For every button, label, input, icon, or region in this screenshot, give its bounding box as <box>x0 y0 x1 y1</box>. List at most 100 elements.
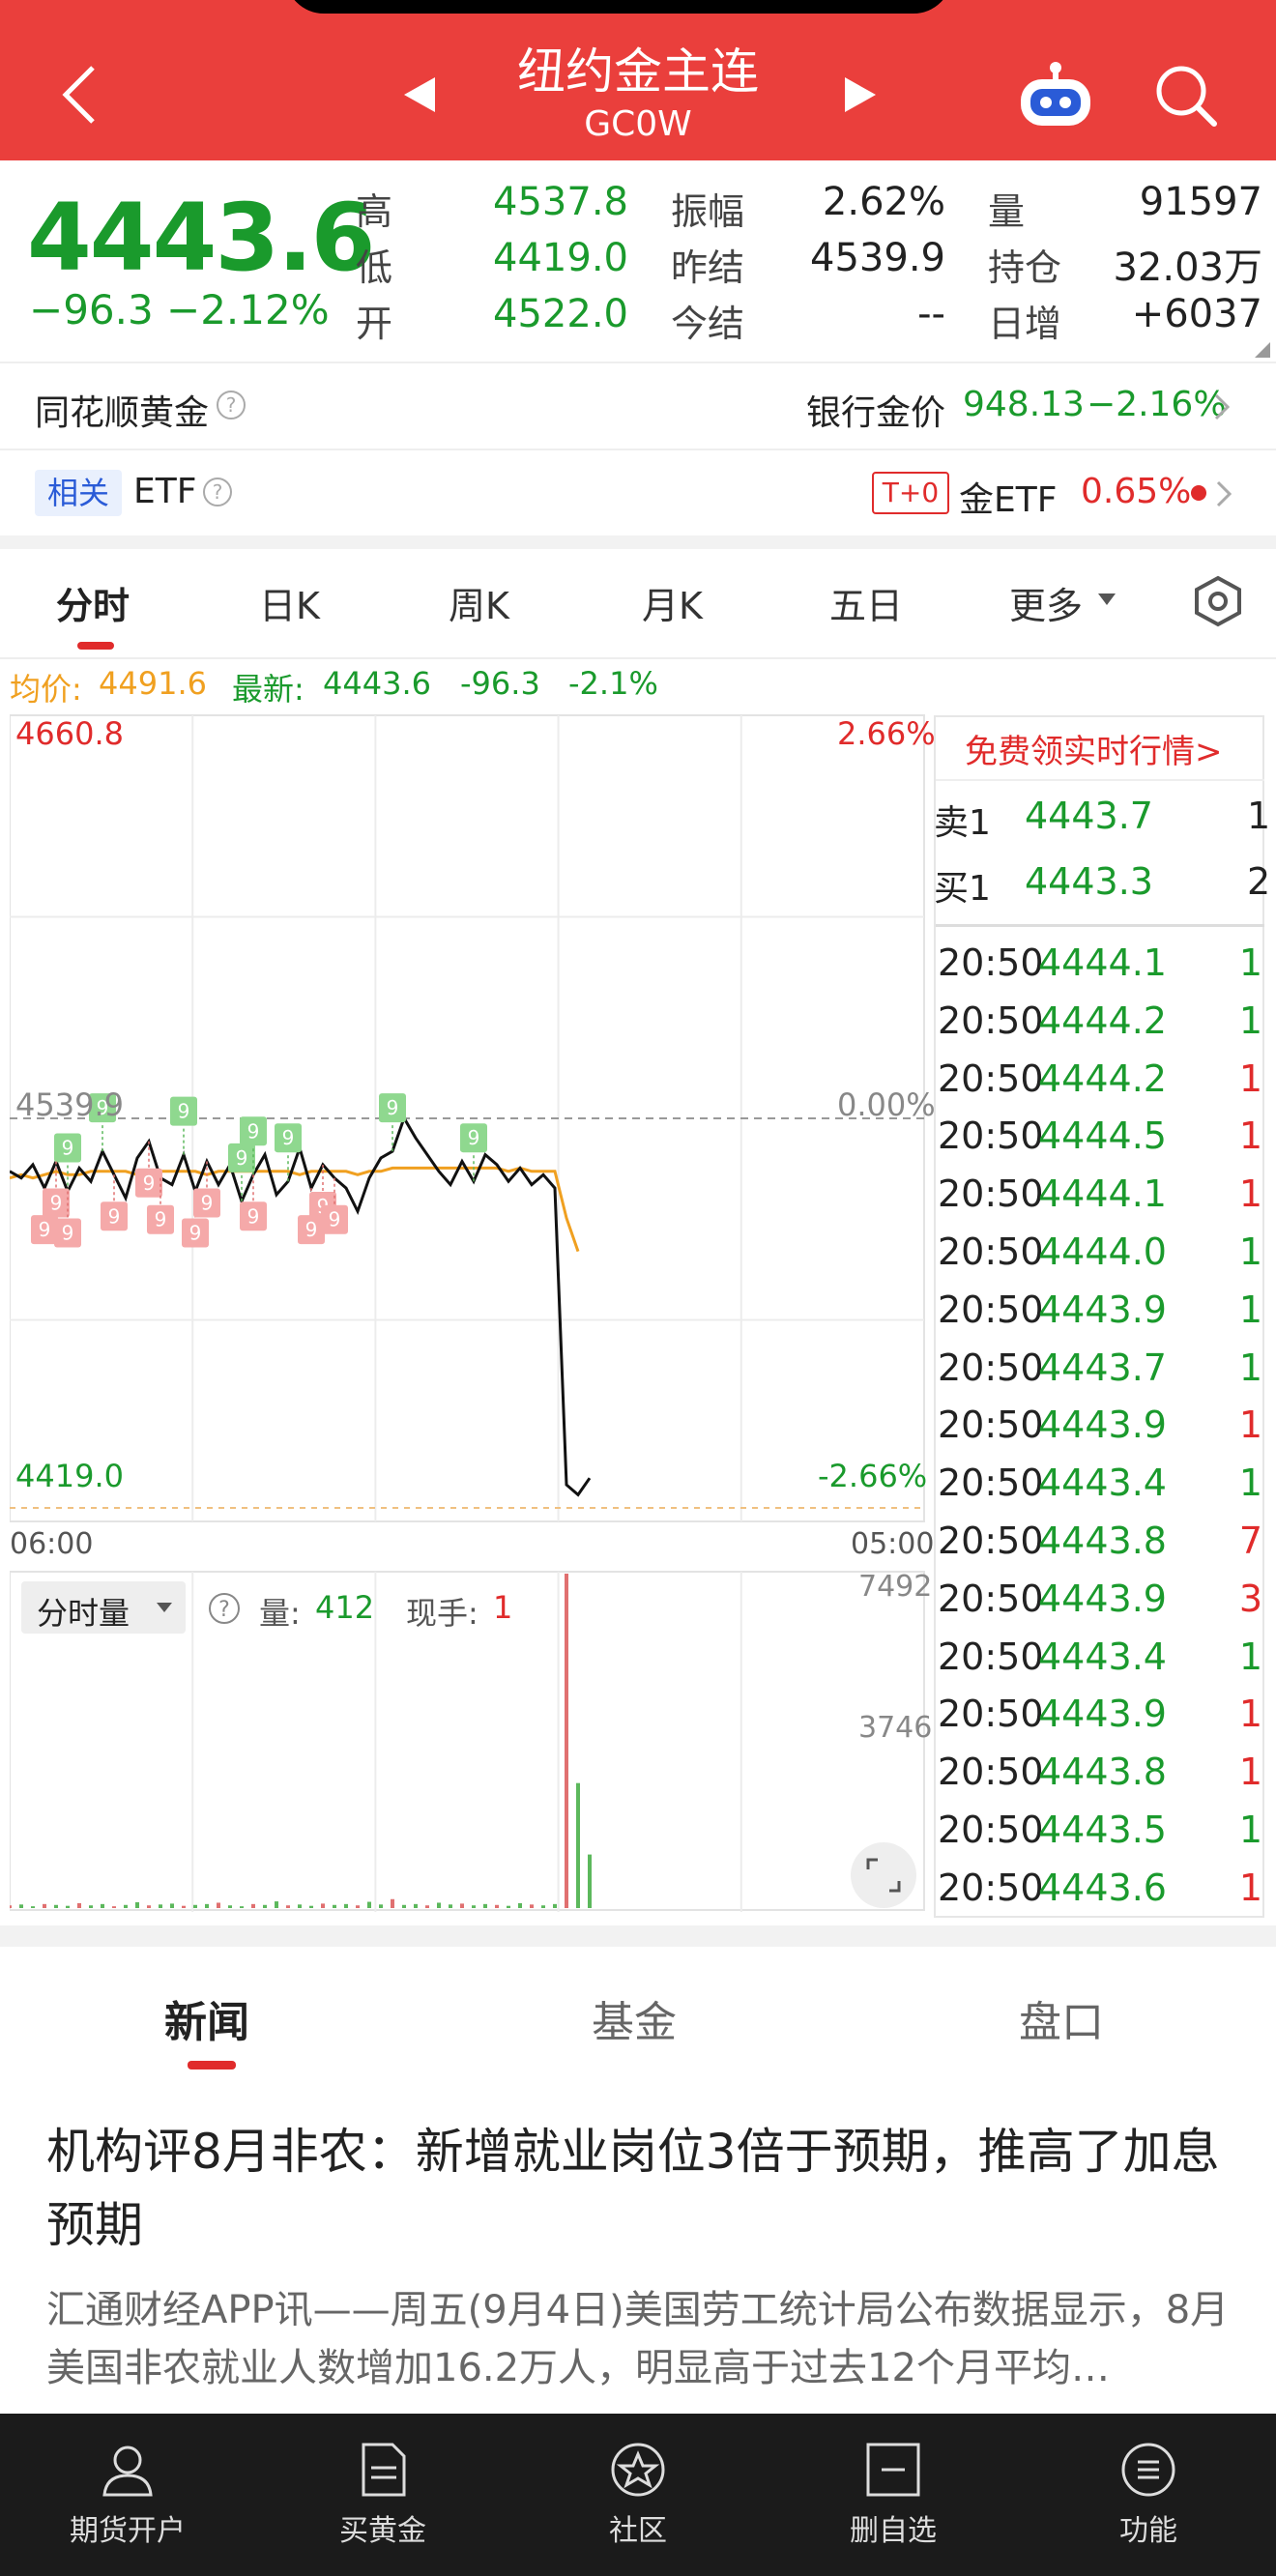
realtime-promo-link[interactable]: 免费领实时行情> <box>965 725 1223 772</box>
tick-time: 20:50 <box>938 1346 1044 1389</box>
nav-label: 期货开户 <box>70 2514 186 2548</box>
tick-qty: 3 <box>1238 1577 1262 1620</box>
volume-bar <box>77 1902 81 1908</box>
bid1-label: 买1 <box>934 869 991 909</box>
tick-price: 4443.9 <box>1038 1577 1167 1620</box>
tick-time: 20:50 <box>938 999 1044 1042</box>
expand-icon <box>866 1858 901 1893</box>
help-icon[interactable]: ? <box>201 476 234 508</box>
tab-daily-k[interactable]: 日K <box>259 576 320 629</box>
section-gap <box>0 1925 1276 1947</box>
tab-more[interactable]: 更多 <box>1009 576 1083 629</box>
stat-label-prev-settle: 昨结 <box>671 246 745 289</box>
volume-bar <box>518 1902 522 1908</box>
hand-value: 1 <box>493 1589 513 1626</box>
trade-tick-row: 20:50 4443.9 1 <box>936 1396 1270 1454</box>
stat-label-today-settle: 今结 <box>671 303 745 345</box>
person-icon <box>102 2446 153 2497</box>
tab-funds[interactable]: 基金 <box>592 1987 677 2049</box>
intraday-chart[interactable]: 99999999999999999999 <box>10 713 934 1912</box>
volume-bar <box>101 1903 104 1908</box>
nav-functions[interactable]: 功能 <box>1021 2414 1276 2576</box>
y-axis-top: 4660.8 <box>15 715 124 752</box>
nav-futures-account[interactable]: 期货开户 <box>0 2414 255 2576</box>
trade-tick-row: 20:50 4443.8 7 <box>936 1512 1270 1570</box>
volume-bar <box>309 1905 313 1908</box>
next-contract-icon[interactable] <box>843 75 878 114</box>
dropdown-arrow-icon[interactable] <box>1096 592 1117 607</box>
news-headline[interactable]: 机构评8月非农：新增就业岗位3倍于预期，推高了加息预期 <box>46 2115 1235 2262</box>
latest-change: -96.3 <box>460 665 540 702</box>
tick-qty: 1 <box>1238 999 1262 1042</box>
latest-pct: -2.1% <box>568 665 658 702</box>
tick-qty: 1 <box>1238 1809 1262 1851</box>
tick-qty: 1 <box>1238 1230 1262 1273</box>
volume-bar <box>275 1901 278 1908</box>
tick-qty: 1 <box>1238 1056 1262 1100</box>
stat-value-open-interest: 32.03万 <box>1113 246 1262 290</box>
tick-time: 20:50 <box>938 1866 1044 1909</box>
search-icon[interactable] <box>1152 62 1220 130</box>
corner-arrow-icon <box>1255 342 1270 358</box>
signal-marker-text: 9 <box>247 1119 260 1143</box>
nav-buy-gold[interactable]: 买黄金 <box>255 2414 510 2576</box>
avg-line-path <box>10 1166 580 1253</box>
bank-gold-label[interactable]: 银行金价 <box>806 385 945 435</box>
volume-bar <box>356 1905 360 1908</box>
tab-monthly-k[interactable]: 月K <box>642 576 703 629</box>
document-icon <box>362 2443 406 2497</box>
x-axis-start: 06:00 <box>10 1527 94 1561</box>
tick-time: 20:50 <box>938 1751 1044 1794</box>
settings-hexagon-icon[interactable] <box>1191 574 1245 628</box>
stat-label-volume: 量 <box>988 190 1026 233</box>
chevron-right-icon[interactable] <box>1212 392 1232 421</box>
tab-weekly-k[interactable]: 周K <box>449 576 509 629</box>
alert-dot <box>1191 485 1206 501</box>
tab-news[interactable]: 新闻 <box>164 1987 249 2049</box>
volume-bar <box>495 1904 499 1908</box>
volume-bar <box>391 1898 394 1908</box>
tick-time: 20:50 <box>938 1635 1044 1678</box>
trade-tick-row: 20:50 4443.9 3 <box>936 1570 1270 1628</box>
volume-bar <box>89 1905 93 1908</box>
stat-value-open: 4522.0 <box>493 292 628 336</box>
help-icon[interactable]: ? <box>207 1591 242 1626</box>
nav-label: 社区 <box>609 2514 667 2548</box>
volume-bar <box>19 1904 23 1908</box>
tab-market-depth[interactable]: 盘口 <box>1019 1987 1104 2049</box>
volume-selector[interactable]: 分时量 <box>21 1581 186 1634</box>
signal-marker-text: 9 <box>189 1222 202 1245</box>
tick-qty: 1 <box>1238 1346 1262 1389</box>
gold-etf-label[interactable]: 金ETF <box>959 472 1057 522</box>
signal-marker-text: 9 <box>387 1096 399 1119</box>
signal-marker-text: 9 <box>108 1204 121 1228</box>
tab-five-day[interactable]: 五日 <box>829 576 903 629</box>
tick-qty: 1 <box>1238 941 1262 984</box>
signal-marker-text: 9 <box>468 1126 480 1149</box>
tab-intraday[interactable]: 分时 <box>56 576 130 629</box>
volume-bar <box>298 1904 302 1908</box>
volume-qty: 412 <box>315 1589 375 1626</box>
signal-marker-text: 9 <box>62 1222 74 1245</box>
news-summary[interactable]: 汇通财经APP讯——周五(9月4日)美国劳工统计局公布数据显示，8月美国非农就业… <box>46 2281 1245 2397</box>
stat-value-today-settle: -- <box>917 292 945 336</box>
svg-text:?: ? <box>213 480 223 504</box>
last-price: 4443.6 <box>27 184 375 292</box>
dropdown-arrow-icon <box>157 1603 172 1612</box>
tick-price: 4443.5 <box>1038 1809 1167 1851</box>
volume-bar <box>10 1905 12 1908</box>
trade-tick-row: 20:50 4444.1 1 <box>936 1165 1270 1223</box>
fullscreen-button[interactable] <box>851 1842 916 1908</box>
tick-price: 4444.5 <box>1038 1114 1167 1158</box>
tick-time: 20:50 <box>938 1520 1044 1562</box>
volume-bar <box>124 1904 128 1908</box>
robot-assistant-icon[interactable] <box>1017 60 1094 130</box>
help-icon[interactable]: ? <box>215 389 247 421</box>
etf-label[interactable]: ETF <box>133 472 196 511</box>
nav-remove-watchlist[interactable]: 删自选 <box>766 2414 1021 2576</box>
chevron-right-icon[interactable] <box>1214 479 1233 508</box>
volume-bar <box>425 1905 429 1908</box>
ths-gold-label[interactable]: 同花顺黄金 <box>35 385 209 435</box>
price-change-pct: −2.12% <box>166 286 330 333</box>
nav-community[interactable]: 社区 <box>510 2414 766 2576</box>
